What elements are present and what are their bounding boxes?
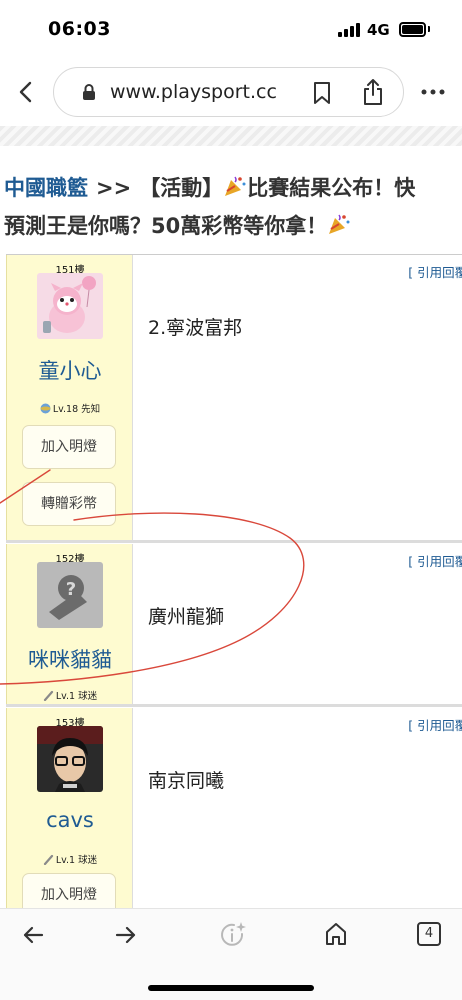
avatar-image <box>37 273 103 339</box>
user-level: Lv.18 先知 <box>7 401 133 415</box>
add-mingdeng-button[interactable]: 加入明燈 <box>22 873 116 910</box>
post-151: 151樓 童小心 Lv.18 先知 加入明燈 轉贈彩幣 [引用回 2.寧波富邦 <box>6 255 462 543</box>
address-bar[interactable]: www.playsport.cc <box>53 67 404 117</box>
page-info-sparkle-icon[interactable] <box>218 920 248 950</box>
status-time: 06:03 <box>48 18 111 40</box>
breadcrumb-separator: >> <box>96 176 132 200</box>
post-content: 廣州龍獅 <box>148 606 225 628</box>
post-author-panel: 153樓 cavs Lv.1 球迷 加入明燈 <box>6 708 132 910</box>
post-content: 2.寧波富邦 <box>148 317 243 339</box>
thread-title-line1: 中國職籃 >> 【活動】 比賽結果公布！快 <box>4 172 415 202</box>
post-152: 152樓 ? 咪咪貓貓 Lv.1 球迷 [ 引用回覆 ] 廣州龍獅 <box>6 544 462 707</box>
level-text: Lv.1 球迷 <box>55 855 98 866</box>
username[interactable]: cavs <box>7 808 133 832</box>
svg-text:?: ? <box>66 579 76 600</box>
level-text: Lv.1 球迷 <box>55 691 98 702</box>
user-level: Lv.1 球迷 <box>7 688 133 702</box>
signal-icon <box>338 23 362 37</box>
post-author-panel: 152樓 ? 咪咪貓貓 Lv.1 球迷 <box>6 544 132 704</box>
thread-title-text: 比賽結果公布！快 <box>247 176 416 200</box>
add-mingdeng-button[interactable]: 加入明燈 <box>22 425 116 469</box>
post-153: 153樓 cavs Lv.1 球迷 加入明燈 [ 引用回覆 <box>6 708 462 910</box>
more-icon[interactable] <box>421 88 445 96</box>
default-avatar-image: ? <box>37 562 103 628</box>
thread-title-line2-text: 預測王是你嗎？50萬彩幣等你拿！ <box>4 214 328 238</box>
thread-title-line2: 預測王是你嗎？50萬彩幣等你拿！ <box>4 210 351 240</box>
network-label: 4G <box>367 21 390 39</box>
avatar[interactable] <box>37 273 103 339</box>
gift-coins-button[interactable]: 轉贈彩幣 <box>22 482 116 526</box>
post-author-panel: 151樓 童小心 Lv.18 先知 加入明燈 轉贈彩幣 <box>6 255 132 540</box>
status-bar: 06:03 4G <box>0 0 462 56</box>
board-link[interactable]: 中國職籃 <box>4 176 88 200</box>
post-content: 南京同曦 <box>148 770 225 792</box>
back-chevron-icon[interactable] <box>14 78 38 106</box>
bookmark-icon[interactable] <box>312 81 332 105</box>
user-level: Lv.1 球迷 <box>7 852 133 866</box>
share-icon[interactable] <box>362 78 384 106</box>
post-list: 151樓 童小心 Lv.18 先知 加入明燈 轉贈彩幣 [引用回 2.寧波富邦… <box>6 254 462 910</box>
browser-toolbar: 4 <box>0 908 462 1000</box>
avatar-photo <box>37 726 103 792</box>
lock-icon <box>83 84 95 100</box>
thread-title-tag: 【活動】 <box>139 176 224 200</box>
battery-icon <box>399 22 426 37</box>
home-icon[interactable] <box>324 921 348 947</box>
back-arrow-icon[interactable] <box>21 923 45 947</box>
username[interactable]: 童小心 <box>7 355 133 385</box>
level-badge-icon <box>43 690 53 701</box>
level-badge-icon <box>40 403 51 414</box>
quote-reply-link[interactable]: [ 引用回覆 ] <box>408 262 462 281</box>
level-text: Lv.18 先知 <box>52 404 101 415</box>
username[interactable]: 咪咪貓貓 <box>7 644 133 674</box>
post-body: [ 引用回覆 ] 廣州龍獅 <box>132 544 462 704</box>
url-text: www.playsport.cc <box>110 81 277 103</box>
avatar[interactable]: ? <box>37 562 103 628</box>
home-indicator <box>148 985 314 991</box>
browser-url-row: www.playsport.cc <box>0 64 462 120</box>
quote-reply-link[interactable]: [ 引用回覆 ] <box>408 715 462 734</box>
tabs-count-button[interactable]: 4 <box>417 922 441 946</box>
avatar[interactable] <box>37 726 103 792</box>
post-body: [ 引用回覆 ] 2.寧波富邦 <box>132 255 462 540</box>
level-badge-icon <box>43 854 53 865</box>
quote-reply-link[interactable]: [ 引用回覆 ] <box>408 551 462 570</box>
party-popper-icon <box>225 176 246 196</box>
battery-cap <box>428 26 430 32</box>
post-body: [ 引用回覆 ] 南京同曦 <box>132 708 462 910</box>
forward-arrow-icon[interactable] <box>114 923 138 947</box>
party-popper-icon <box>329 214 350 234</box>
page-edge-strip <box>0 126 462 146</box>
